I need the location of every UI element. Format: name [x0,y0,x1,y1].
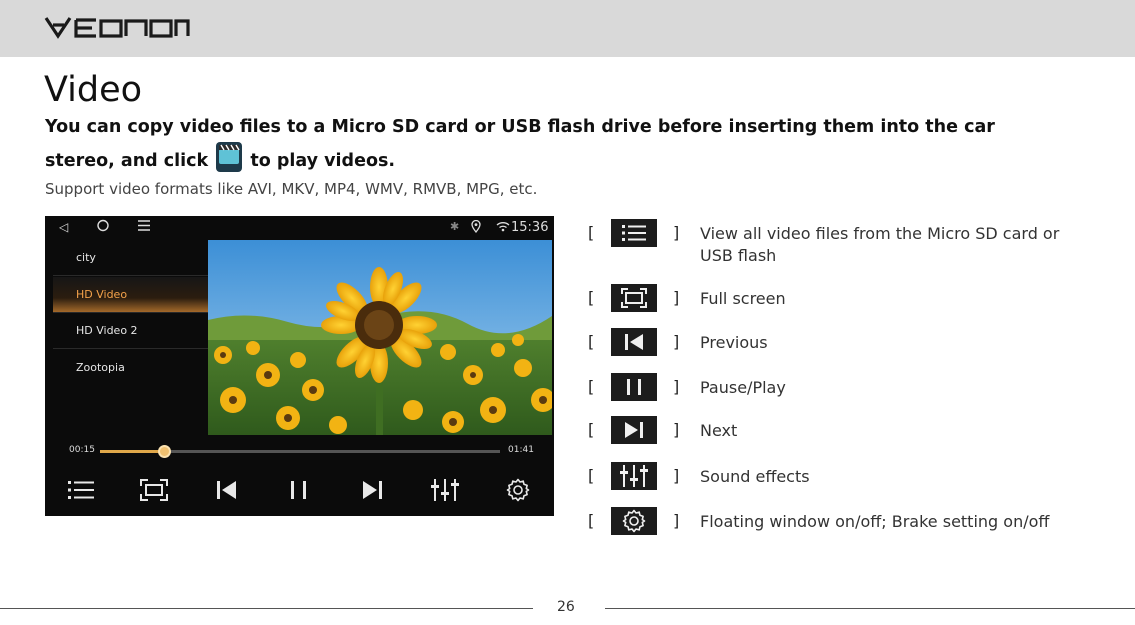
bracket-open: [ [588,466,595,485]
previous-icon [217,481,236,499]
pause-icon [611,373,657,401]
fullscreen-button[interactable] [139,476,169,504]
equalizer-icon [611,462,657,490]
video-frame-sunflower[interactable] [208,240,552,435]
page-title: Video [44,70,143,110]
previous-icon [611,328,657,356]
bracket-open: [ [588,223,595,242]
bracket-close: ] [673,511,680,530]
gear-icon [611,507,657,535]
page-number: 26 [557,599,575,615]
location-icon [471,219,481,237]
footer-divider-right [605,608,1135,609]
legend-row-fullscreen: [ ] Full screen [588,284,1108,314]
pause-button[interactable] [284,476,314,504]
next-button[interactable] [357,476,387,504]
list-icon [68,481,94,499]
eonon-logo [44,17,190,39]
bracket-close: ] [673,377,680,396]
bracket-open: [ [588,288,595,307]
legend-text: Full screen [700,289,786,308]
fullscreen-icon [611,284,657,312]
bracket-close: ] [673,466,680,485]
fullscreen-icon [140,479,168,501]
home-nav-icon[interactable] [97,219,109,236]
bluetooth-icon: ✱ [450,220,460,233]
equalizer-icon [431,479,459,501]
bracket-close: ] [673,223,680,242]
legend-row-next: [ ] Next [588,416,1108,446]
previous-button[interactable] [212,476,242,504]
list-button[interactable] [66,476,96,504]
legend-text: Sound effects [700,467,810,486]
next-icon [363,481,382,499]
menu-nav-icon[interactable] [137,219,151,236]
supported-formats: Support video formats like AVI, MKV, MP4… [45,180,538,198]
status-bar: ◁ ✱ 15:36 [45,216,554,240]
legend-text: Next [700,421,738,440]
footer-divider-left [0,608,533,609]
legend-row-previous: [ ] Previous [588,328,1108,358]
playlist-item[interactable]: city [53,240,213,276]
progress-bar: 00:15 01:41 [45,438,554,464]
playlist-item-active[interactable]: HD Video [53,277,213,313]
bracket-open: [ [588,377,595,396]
playback-controls [45,464,554,516]
legend-text: Floating window on/off; Brake setting on… [700,512,1050,531]
legend-text: View all video files from the Micro SD c… [700,224,1060,265]
elapsed-time: 00:15 [69,445,95,455]
seek-track[interactable] [100,445,500,458]
legend-row-settings: [ ] Floating window on/off; Brake settin… [588,507,1108,537]
legend-text: Pause/Play [700,378,786,397]
pause-icon [291,481,306,499]
header-bar [0,0,1135,57]
bracket-close: ] [673,288,680,307]
next-icon [611,416,657,444]
settings-button[interactable] [503,476,533,504]
intro-text-part1: You can copy video files to a Micro SD c… [45,117,995,171]
back-nav-icon[interactable]: ◁ [59,220,68,234]
bracket-open: [ [588,420,595,439]
bracket-open: [ [588,332,595,351]
intro-text: You can copy video files to a Micro SD c… [45,113,1055,182]
total-duration: 01:41 [508,445,534,455]
legend-row-sound-effects: [ ] Sound effects [588,462,1108,492]
bracket-close: ] [673,420,680,439]
legend-row-list: [ ] View all video files from the Micro … [588,219,1108,265]
seek-track-fill [100,450,164,453]
wifi-icon [496,221,510,236]
legend-text: Previous [700,333,768,352]
bracket-open: [ [588,511,595,530]
legend-row-pause: [ ] Pause/Play [588,373,1108,403]
sound-effects-button[interactable] [430,476,460,504]
playlist-item[interactable]: HD Video 2 [53,313,213,349]
seek-knob[interactable] [158,445,171,458]
intro-text-part2: to play videos. [250,151,396,171]
stereo-screenshot: ◁ ✱ 15:36 city HD Video HD Video 2 Zooto… [45,216,554,516]
status-time: 15:36 [511,220,549,235]
list-icon [611,219,657,247]
bracket-close: ] [673,332,680,351]
gear-icon [506,478,530,502]
video-app-icon [216,142,243,182]
playlist-item[interactable]: Zootopia [53,350,213,386]
